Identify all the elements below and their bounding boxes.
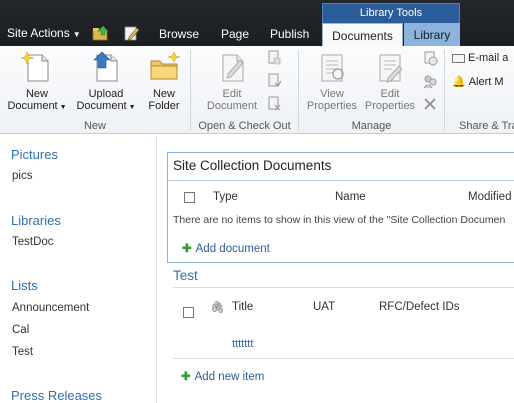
new-document-label-2: Document	[7, 100, 58, 112]
new-folder-label-1: New	[152, 88, 175, 100]
navigate-up-icon[interactable]	[92, 25, 110, 41]
email-link-button[interactable]: E-mail a	[452, 52, 508, 64]
library-tools-group: Library Tools	[322, 3, 460, 23]
nav-heading-pictures[interactable]: Pictures	[11, 147, 58, 162]
tab-library[interactable]: Library	[404, 23, 460, 46]
site-actions-label: Site Actions	[7, 26, 70, 40]
upload-document-label-1: Upload	[88, 88, 124, 100]
new-document-icon	[21, 51, 49, 82]
column-header-title[interactable]: Title	[232, 301, 253, 313]
nav-item-pics[interactable]: pics	[12, 170, 32, 182]
tab-page[interactable]: Page	[221, 27, 249, 41]
edit-properties-button[interactable]: Edit Properties	[361, 50, 419, 112]
upload-document-label-2: Document	[76, 100, 127, 112]
delete-document-icon[interactable]	[422, 96, 438, 112]
nav-item-announcement[interactable]: Announcement	[12, 302, 89, 314]
nav-heading-libraries[interactable]: Libraries	[11, 213, 61, 228]
select-all-checkbox[interactable]	[184, 192, 195, 203]
discard-check-out-icon[interactable]	[266, 96, 282, 112]
ribbon: New Document ▼ Upload Document ▼ New Fol…	[0, 46, 514, 134]
edit-document-label-1: Edit	[222, 88, 242, 100]
edit-page-icon[interactable]	[123, 25, 141, 41]
quick-launch: Pictures pics Libraries TestDoc Lists An…	[0, 135, 157, 403]
edit-document-icon	[222, 54, 244, 82]
bell-icon: 🔔	[452, 76, 466, 88]
nav-item-testdoc[interactable]: TestDoc	[12, 236, 54, 248]
nav-heading-press-releases[interactable]: Press Releases	[11, 388, 102, 403]
version-history-icon[interactable]	[422, 50, 438, 66]
new-document-label-1: New	[25, 88, 48, 100]
chevron-down-icon: ▼	[57, 104, 67, 111]
nav-heading-lists[interactable]: Lists	[11, 278, 38, 293]
add-document-label: Add document	[195, 243, 270, 255]
ribbon-group-open-checkout: Edit Document Open & Check Out	[191, 46, 298, 134]
chevron-down-icon: ▼	[126, 104, 136, 111]
ribbon-group-new: New Document ▼ Upload Document ▼ New Fol…	[0, 46, 190, 134]
upload-document-button[interactable]: Upload Document ▼	[74, 50, 138, 114]
list-item-title-link[interactable]: ttttttt	[232, 338, 253, 350]
new-folder-button[interactable]: New Folder	[142, 50, 186, 112]
column-header-rfc-defect-ids[interactable]: RFC/Defect IDs	[379, 301, 460, 313]
ribbon-group-manage-label: Manage	[351, 120, 392, 132]
ribbon-group-open-checkout-label: Open & Check Out	[198, 120, 291, 132]
email-icon	[452, 53, 465, 63]
check-in-icon[interactable]	[266, 73, 282, 89]
select-all-checkbox[interactable]	[183, 307, 194, 318]
site-collection-documents-webpart: Site Collection Documents Type Name Modi…	[167, 152, 514, 263]
site-actions-menu[interactable]: Site Actions ▼	[7, 26, 81, 40]
nav-item-test[interactable]: Test	[12, 346, 33, 358]
edit-properties-icon	[379, 54, 403, 83]
check-out-icon[interactable]	[266, 50, 282, 66]
library-tools-label: Library Tools	[359, 7, 423, 19]
column-header-modified[interactable]: Modified	[468, 191, 511, 203]
divider	[173, 358, 514, 359]
divider	[173, 287, 514, 288]
column-header-name[interactable]: Name	[335, 191, 366, 203]
edit-properties-label-1: Edit	[380, 88, 400, 100]
edit-document-label-2: Document	[206, 100, 258, 112]
add-new-item-label: Add new item	[194, 371, 265, 383]
tab-publish[interactable]: Publish	[270, 27, 309, 41]
edit-document-button[interactable]: Edit Document	[201, 50, 263, 112]
divider	[168, 180, 514, 181]
plus-icon: ✚	[181, 371, 191, 383]
webpart-title[interactable]: Site Collection Documents	[173, 158, 331, 173]
document-permissions-icon[interactable]	[422, 73, 438, 89]
nav-item-cal[interactable]: Cal	[12, 324, 29, 336]
new-document-button[interactable]: New Document ▼	[6, 50, 68, 114]
view-properties-label-2: Properties	[306, 100, 358, 112]
column-header-type[interactable]: Type	[213, 191, 238, 203]
alert-me-button[interactable]: 🔔 Alert M	[452, 75, 504, 88]
ribbon-group-manage: View Properties Edit Properties Manage	[299, 46, 444, 134]
ribbon-group-new-label: New	[83, 120, 106, 132]
edit-properties-label-2: Properties	[364, 100, 416, 112]
attachment-icon: 🖇	[210, 302, 225, 314]
add-new-item-link[interactable]: ✚ Add new item	[181, 369, 264, 383]
add-document-link[interactable]: ✚ Add document	[182, 241, 270, 255]
chevron-down-icon: ▼	[72, 30, 81, 39]
ribbon-group-share-label: Share & Tra	[459, 120, 514, 132]
new-folder-icon	[150, 51, 180, 80]
view-properties-label-1: View	[320, 88, 344, 100]
empty-view-message: There are no items to show in this view …	[173, 214, 506, 226]
email-link-label: E-mail a	[468, 52, 509, 64]
view-properties-button[interactable]: View Properties	[302, 50, 362, 112]
alert-me-label: Alert M	[468, 76, 504, 88]
view-properties-icon	[321, 54, 344, 82]
column-header-uat[interactable]: UAT	[313, 301, 335, 313]
test-list-title[interactable]: Test	[173, 268, 198, 283]
tab-browse[interactable]: Browse	[159, 27, 199, 41]
plus-icon: ✚	[182, 243, 192, 255]
new-folder-label-2: Folder	[148, 100, 180, 112]
tab-documents[interactable]: Documents	[322, 23, 403, 47]
upload-document-icon	[93, 51, 118, 82]
